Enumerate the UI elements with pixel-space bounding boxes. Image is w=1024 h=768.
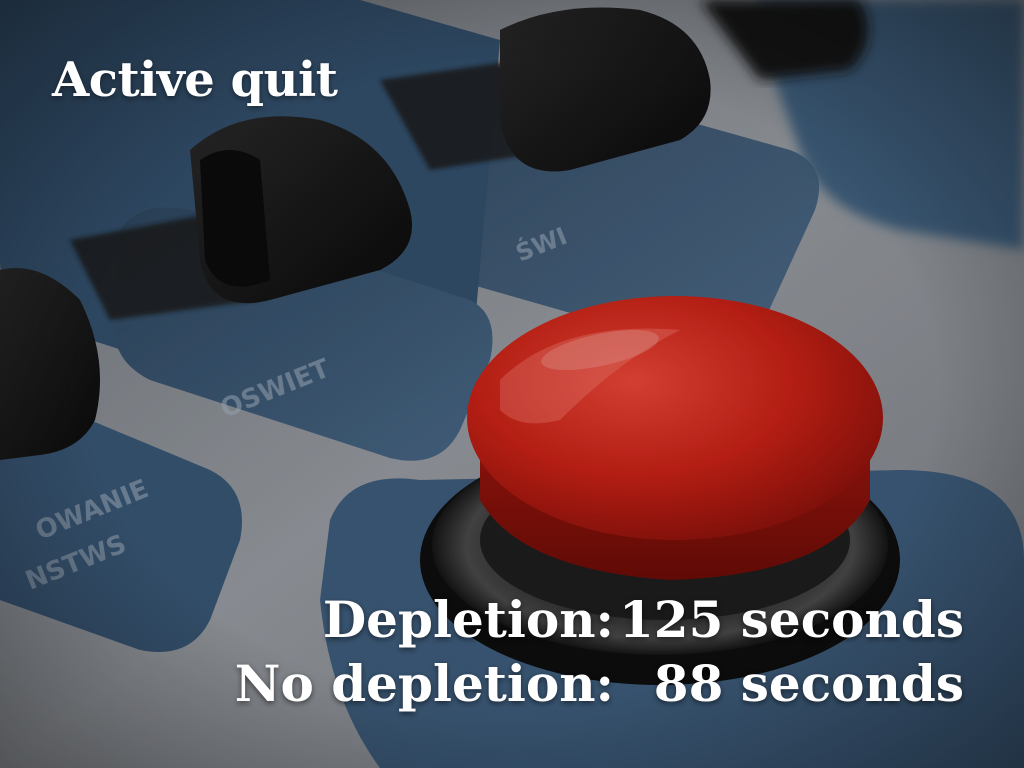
stats-block: Depletion: 125 seconds No depletion: 88 … (235, 588, 964, 716)
stat-row-no-depletion: No depletion: 88 seconds (235, 652, 964, 716)
stat-row-depletion: Depletion: 125 seconds (235, 588, 964, 652)
stat-value: 125 seconds (619, 590, 964, 649)
stat-label: Depletion: (322, 590, 614, 649)
slide: OSWIET OWANIE NSTWS ŚWI (0, 0, 1024, 768)
stat-value: 88 seconds (653, 654, 964, 713)
slide-title: Active quit (52, 52, 338, 108)
stat-label: No depletion: (234, 654, 614, 713)
